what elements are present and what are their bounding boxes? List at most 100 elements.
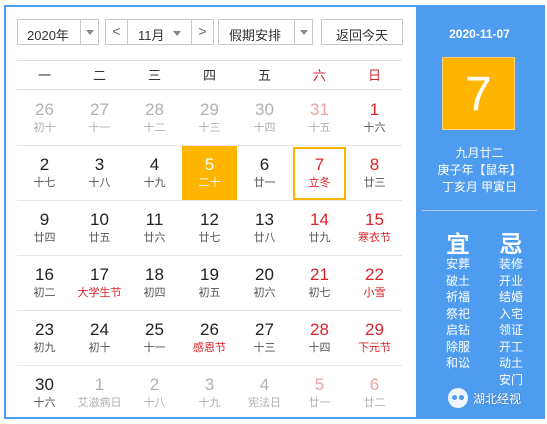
lunar-label: 十七	[33, 177, 56, 189]
day-number: 1	[94, 375, 105, 394]
lunar-label: 廿五	[88, 232, 111, 244]
calendar-widget: 2020年 < 11月 > 假期安排 返回今天 一二三四五六日 26 初十 27 十一…	[4, 5, 545, 419]
day-cell[interactable]: 29 下元节	[347, 311, 402, 365]
day-number: 14	[310, 210, 329, 229]
chevron-down-icon[interactable]	[294, 20, 312, 44]
day-cell[interactable]: 13 廿八	[237, 201, 292, 255]
day-cell[interactable]: 30 十四	[237, 91, 292, 145]
lunar-label: 初六	[253, 287, 276, 299]
year-value: 2020年	[27, 28, 69, 43]
day-cell[interactable]: 31 十五	[292, 91, 347, 145]
month-select[interactable]: < 11月 >	[105, 19, 214, 45]
big-day-number: 7	[442, 57, 515, 130]
yi-item: 和讼	[445, 356, 470, 370]
lunar-label: 十九	[198, 397, 221, 409]
day-number: 20	[255, 265, 274, 284]
yi-item: 除服	[445, 339, 470, 354]
divider	[422, 210, 537, 211]
day-cell[interactable]: 25 十一	[127, 311, 182, 365]
day-number: 26	[200, 320, 219, 339]
day-number: 19	[200, 265, 219, 284]
prev-month-button[interactable]: <	[106, 20, 128, 44]
day-cell[interactable]: 14 廿九	[292, 201, 347, 255]
selected-date: 2020-11-07	[449, 27, 510, 41]
day-number: 9	[39, 210, 50, 229]
day-cell[interactable]: 4 宪法日	[237, 366, 292, 420]
lunar-label: 十三	[253, 342, 276, 354]
day-cell[interactable]: 3 十八	[72, 146, 127, 200]
day-cell[interactable]: 27 十三	[237, 311, 292, 365]
day-cell[interactable]: 26 感恩节	[182, 311, 237, 365]
lunar-label: 初九	[33, 342, 56, 354]
day-cell[interactable]: 20 初六	[237, 256, 292, 310]
day-number: 12	[200, 210, 219, 229]
holiday-select[interactable]: 假期安排	[218, 19, 313, 45]
day-cell[interactable]: 6 廿一	[237, 146, 292, 200]
day-cell[interactable]: 9 廿四	[17, 201, 72, 255]
weekday-header: 一二三四五六日	[17, 60, 402, 90]
month-day-ganzhi: 丁亥月 甲寅日	[441, 180, 518, 194]
chevron-down-icon[interactable]	[80, 20, 98, 44]
next-month-button[interactable]: >	[191, 20, 213, 44]
day-cell[interactable]: 28 十四	[292, 311, 347, 365]
lunar-label: 廿一	[308, 397, 331, 409]
lunar-date: 九月廿二	[455, 146, 504, 160]
day-cell[interactable]: 1 艾滋病日	[72, 366, 127, 420]
day-cell[interactable]: 5 二十	[182, 146, 237, 200]
day-cell[interactable]: 24 初十	[72, 311, 127, 365]
lunar-label: 廿九	[308, 232, 331, 244]
day-cell[interactable]: 6 廿二	[347, 366, 402, 420]
day-cell[interactable]: 17 大学生节	[72, 256, 127, 310]
day-number: 4	[149, 155, 160, 174]
day-cell[interactable]: 10 廿五	[72, 201, 127, 255]
day-detail-panel: 2020-11-07 7 九月廿二 庚子年【鼠年】 丁亥月 甲寅日 宜 忌 安葬…	[416, 7, 543, 417]
day-cell[interactable]: 26 初十	[17, 91, 72, 145]
day-cell[interactable]: 21 初七	[292, 256, 347, 310]
today-frame	[293, 147, 346, 200]
day-cell[interactable]: 4 十九	[127, 146, 182, 200]
day-cell[interactable]: 16 初二	[17, 256, 72, 310]
day-cell[interactable]: 12 廿七	[182, 201, 237, 255]
month-value: 11月	[138, 28, 165, 43]
day-cell[interactable]: 7 立冬	[292, 146, 347, 200]
day-cell[interactable]: 8 廿三	[347, 146, 402, 200]
day-number: 3	[94, 155, 105, 174]
day-cell[interactable]: 22 小雪	[347, 256, 402, 310]
day-cell[interactable]: 27 十一	[72, 91, 127, 145]
day-number: 2	[149, 375, 160, 394]
day-cell[interactable]: 18 初四	[127, 256, 182, 310]
day-number: 15	[365, 210, 384, 229]
day-cell[interactable]: 5 廿一	[292, 366, 347, 420]
lunar-label: 廿八	[253, 232, 276, 244]
lunar-label: 寒衣节	[358, 232, 391, 244]
ji-item: 结婚	[498, 290, 523, 304]
day-cell[interactable]: 11 廿六	[127, 201, 182, 255]
lunar-label: 十四	[253, 122, 276, 134]
yi-heading: 宜	[446, 231, 470, 257]
chevron-down-icon[interactable]	[173, 31, 181, 36]
day-cell[interactable]: 30 十六	[17, 366, 72, 420]
day-number: 11	[145, 210, 164, 229]
day-cell[interactable]: 28 十二	[127, 91, 182, 145]
day-cell[interactable]: 1 十六	[347, 91, 402, 145]
yi-item: 启钻	[445, 323, 470, 337]
year-select[interactable]: 2020年	[17, 19, 99, 45]
back-to-today-button[interactable]: 返回今天	[321, 19, 403, 45]
day-number: 18	[145, 265, 164, 284]
ji-item: 动土	[498, 356, 523, 370]
lunar-label: 廿四	[33, 232, 56, 244]
day-cell[interactable]: 19 初五	[182, 256, 237, 310]
day-number: 6	[369, 375, 380, 394]
day-cell[interactable]: 29 十三	[182, 91, 237, 145]
day-cell[interactable]: 23 初九	[17, 311, 72, 365]
weekday-label: 三	[147, 68, 161, 83]
lunar-label: 初四	[143, 287, 166, 299]
day-cell[interactable]: 2 十八	[127, 366, 182, 420]
day-number: 29	[200, 100, 219, 119]
yi-item: 祭祀	[445, 306, 470, 321]
day-cell[interactable]: 3 十九	[182, 366, 237, 420]
lunar-label: 下元节	[358, 342, 391, 354]
day-number: 28	[145, 100, 164, 119]
day-cell[interactable]: 2 十七	[17, 146, 72, 200]
day-cell[interactable]: 15 寒衣节	[347, 201, 402, 255]
